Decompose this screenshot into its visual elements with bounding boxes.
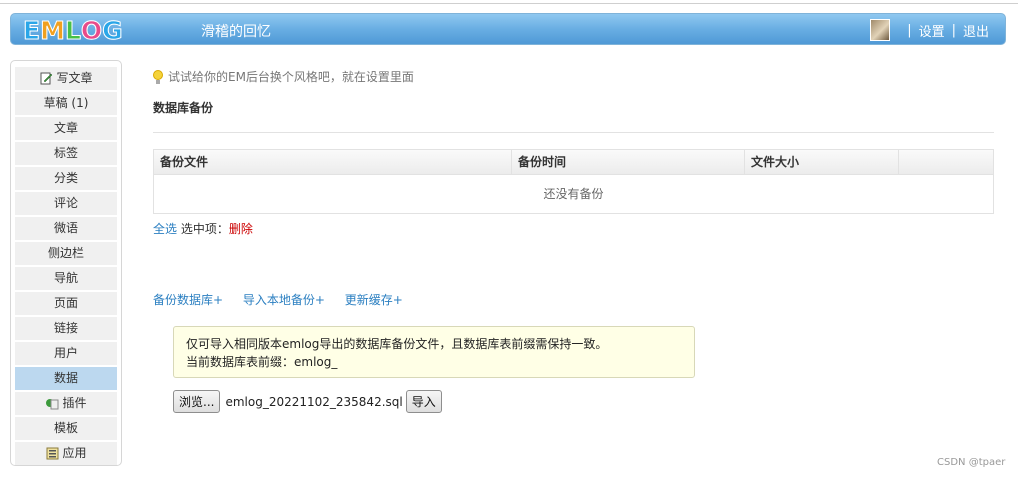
header-bar: E M L O G 滑稽的回忆 | 设置 | 退出 <box>10 13 1006 45</box>
column-header-blank <box>899 150 993 174</box>
app-icon <box>45 447 59 461</box>
import-form: 浏览... emlog_20221102_235842.sql 导入 <box>173 390 442 413</box>
column-header-file: 备份文件 <box>154 150 512 174</box>
sidebar-item-label: 模板 <box>53 421 78 435</box>
sidebar-item-categories[interactable]: 分类 <box>15 167 117 190</box>
logout-link[interactable]: 退出 <box>963 21 989 40</box>
logo-letter: G <box>102 15 124 45</box>
header-separator: | <box>907 22 912 38</box>
header-user-menu: | 设置 | 退出 <box>870 19 989 41</box>
emlog-logo[interactable]: E M L O G <box>22 15 124 45</box>
backup-actions: 备份数据库+ 导入本地备份+ 更新缓存+ <box>153 291 419 308</box>
selected-file-name: emlog_20221102_235842.sql <box>225 394 403 409</box>
sidebar-item-label: 用户 <box>53 346 78 360</box>
top-rule <box>0 3 1018 4</box>
sidebar-item-label: 文章 <box>53 121 78 135</box>
blog-title[interactable]: 滑稽的回忆 <box>201 21 271 41</box>
tip-message: 试试给你的EM后台换个风格吧，就在设置里面 <box>153 68 414 85</box>
sidebar-item-links[interactable]: 链接 <box>15 317 117 340</box>
sidebar-item-twitter[interactable]: 微语 <box>15 217 117 240</box>
page-title: 数据库备份 <box>153 101 214 115</box>
sidebar-item-widgets[interactable]: 侧边栏 <box>15 242 117 265</box>
delete-link[interactable]: 删除 <box>229 222 253 236</box>
sidebar-item-label: 微语 <box>53 221 78 235</box>
table-header: 备份文件 备份时间 文件大小 <box>154 150 993 175</box>
logo-letter: O <box>80 15 103 45</box>
sidebar-item-label: 数据 <box>53 371 78 385</box>
sidebar-item-label: 应用 <box>62 446 87 460</box>
sidebar-item-label: 导航 <box>53 271 78 285</box>
selected-items-label: 选中项： <box>180 222 229 236</box>
update-cache-link[interactable]: 更新缓存+ <box>345 293 403 307</box>
sidebar-item-users[interactable]: 用户 <box>15 342 117 365</box>
sidebar-item-label: 写文章 <box>56 71 93 85</box>
lightbulb-icon <box>153 69 163 84</box>
sidebar-item-pages[interactable]: 页面 <box>15 292 117 315</box>
import-notice: 仅可导入相同版本emlog导出的数据库备份文件，且数据库表前缀需保持一致。 当前… <box>173 326 695 378</box>
sidebar-item-label: 标签 <box>53 146 78 160</box>
settings-link[interactable]: 设置 <box>919 21 945 40</box>
sidebar-item-plugins[interactable]: 插件 <box>15 392 117 415</box>
sidebar-nav: 写文章 草稿 (1) 文章 标签 分类 评论 微语 侧边栏 导航 页面 链接 用… <box>10 60 122 466</box>
tip-text: 试试给你的EM后台换个风格吧，就在设置里面 <box>168 70 414 84</box>
sidebar-item-label: 草稿 (1) <box>43 96 89 110</box>
sidebar-item-tags[interactable]: 标签 <box>15 142 117 165</box>
sidebar-item-data[interactable]: 数据 <box>15 367 117 390</box>
column-header-time: 备份时间 <box>512 150 745 174</box>
sidebar-item-label: 侧边栏 <box>47 246 84 260</box>
logo-letter: L <box>64 15 81 45</box>
sidebar-item-label: 链接 <box>53 321 78 335</box>
sidebar-item-write[interactable]: 写文章 <box>15 67 117 90</box>
import-button[interactable]: 导入 <box>405 390 442 413</box>
sidebar-item-label: 分类 <box>53 171 78 185</box>
logo-letter: E <box>22 15 41 45</box>
empty-row: 还没有备份 <box>543 187 604 201</box>
plugin-icon <box>45 397 59 411</box>
select-all-link[interactable]: 全选 <box>153 222 177 236</box>
backup-database-link[interactable]: 备份数据库+ <box>153 293 223 307</box>
divider <box>153 132 994 133</box>
sidebar-item-drafts[interactable]: 草稿 (1) <box>15 92 117 115</box>
sidebar-item-apps[interactable]: 应用 <box>15 442 117 465</box>
header-separator: | <box>951 22 956 38</box>
sidebar-item-label: 插件 <box>62 396 87 410</box>
notice-line: 仅可导入相同版本emlog导出的数据库备份文件，且数据库表前缀需保持一致。 <box>186 337 608 351</box>
backup-table: 备份文件 备份时间 文件大小 还没有备份 <box>153 149 994 214</box>
sidebar-item-navigation[interactable]: 导航 <box>15 267 117 290</box>
import-local-backup-link[interactable]: 导入本地备份+ <box>243 293 325 307</box>
bulk-action-row: 全选 选中项：删除 <box>153 220 253 237</box>
sidebar-item-label: 页面 <box>53 296 78 310</box>
avatar[interactable] <box>870 19 891 41</box>
sidebar-item-articles[interactable]: 文章 <box>15 117 117 140</box>
browse-button[interactable]: 浏览... <box>173 390 221 413</box>
sidebar-item-label: 评论 <box>53 196 78 210</box>
sidebar-item-templates[interactable]: 模板 <box>15 417 117 440</box>
notice-line: 当前数据库表前缀：emlog_ <box>186 355 338 369</box>
pencil-icon <box>39 72 53 86</box>
logo-letter: M <box>40 15 66 45</box>
column-header-size: 文件大小 <box>745 150 899 174</box>
sidebar-item-comments[interactable]: 评论 <box>15 192 117 215</box>
watermark: CSDN @tpaer <box>937 457 1006 468</box>
